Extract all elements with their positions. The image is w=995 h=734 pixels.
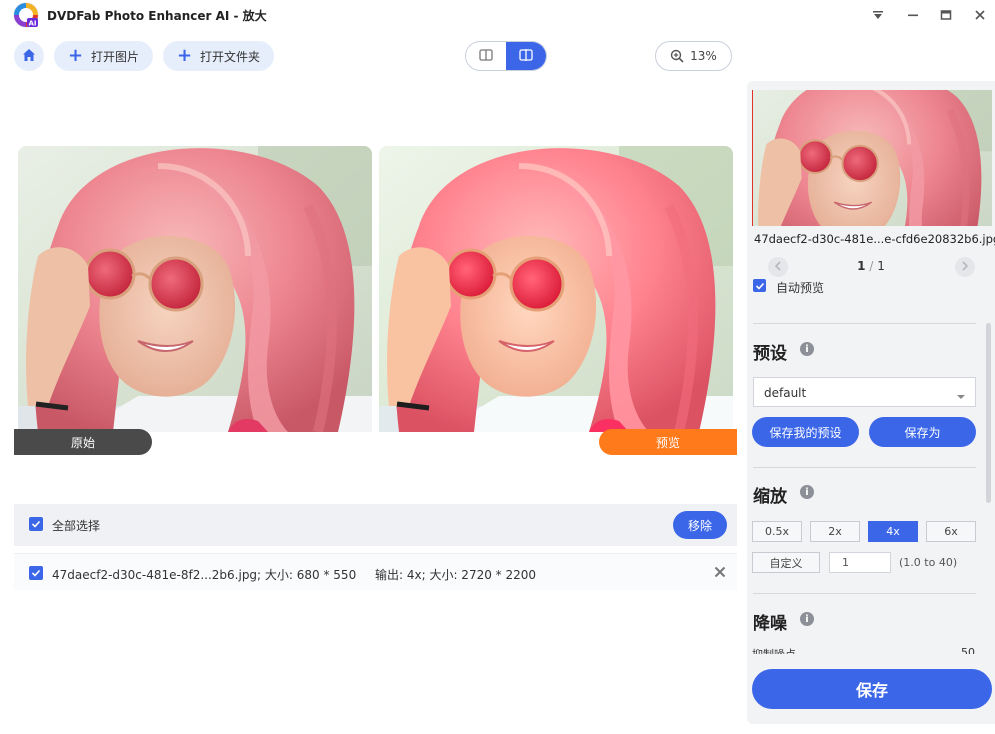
scale-option-2x[interactable]: 2x [810,521,860,542]
zoom-button[interactable]: 13% [655,41,732,71]
next-image-button[interactable] [955,257,975,277]
preset-select[interactable]: default [753,377,976,407]
info-icon[interactable]: i [800,342,814,356]
page-current: 1 [857,259,866,273]
denoise-sub-label: 抑制噪点 [752,646,796,654]
chevron-right-icon [961,260,969,274]
denoise-value: 50 [961,646,975,654]
dropdown-arrow-icon [956,389,966,403]
preset-select-value: default [764,386,807,400]
denoise-clip: 抑制噪点 50 [752,644,977,654]
preset-title: 预设 [753,344,787,364]
scale-option-0-5x[interactable]: 0.5x [752,521,802,542]
save-button[interactable]: 保存 [752,669,992,709]
close-icon[interactable] [970,5,990,25]
scale-option-4x[interactable]: 4x [868,521,918,542]
page-separator: / [869,259,874,273]
thumbnail-image[interactable] [752,90,992,226]
zoom-in-icon [670,49,684,63]
thumbnail-filename: 47daecf2-d30c-481e...e-cfd6e20832b6.jpg [754,232,995,246]
app-logo-icon: AI [13,2,39,28]
view-mode-toggle [465,41,547,71]
chevron-left-icon [774,260,782,274]
file-name-size: 47daecf2-d30c-481e-8f2...2b6.jpg; 大小: 68… [52,568,357,582]
info-icon[interactable]: i [800,485,814,499]
save-my-preset-button[interactable]: 保存我的预设 [752,417,859,447]
split-view-icon [479,48,493,64]
info-icon[interactable]: i [800,612,814,626]
remove-file-icon[interactable] [713,565,727,579]
svg-text:AI: AI [28,20,36,28]
original-image[interactable] [18,146,372,432]
preview-image[interactable] [379,146,733,432]
menu-dropdown-icon[interactable] [868,5,888,25]
remove-button[interactable]: 移除 [673,511,727,539]
auto-preview-checkbox[interactable] [753,279,766,292]
title-bar: AI DVDFab Photo Enhancer AI - 放大 [0,0,995,30]
maximize-icon[interactable] [936,5,956,25]
open-folder-label: 打开文件夹 [200,49,261,64]
denoise-title: 降噪 [753,614,787,634]
preview-label-tab: 预览 [599,429,737,455]
original-label-tab: 原始 [14,429,152,455]
side-by-side-button[interactable] [506,42,546,70]
select-all-label: 全部选择 [52,519,101,533]
open-image-button[interactable]: + 打开图片 [54,41,153,71]
select-all-bar [14,504,737,546]
page-indicator: 1 / 1 [845,259,897,273]
page-total: 1 [877,259,885,273]
app-title: DVDFab Photo Enhancer AI - 放大 [47,9,267,23]
file-output-size: 输出: 4x; 大小: 2720 * 2200 [375,568,537,582]
scale-range-hint: (1.0 to 40) [899,556,958,569]
original-label: 原始 [70,435,95,450]
home-button[interactable] [14,41,44,71]
plus-icon: + [67,45,84,66]
divider [753,323,976,324]
auto-preview-label: 自动预览 [776,281,825,295]
plus-icon: + [176,45,193,66]
side-by-side-icon [519,48,533,64]
home-icon [22,48,36,65]
panel-scrollbar[interactable] [986,323,991,503]
split-view-button[interactable] [466,42,506,70]
scale-title: 缩放 [753,487,787,507]
custom-scale-input[interactable]: 1 [829,552,891,573]
select-all-checkbox[interactable] [29,517,43,531]
custom-scale-button[interactable]: 自定义 [752,552,820,573]
divider [753,593,976,594]
scale-option-6x[interactable]: 6x [926,521,976,542]
minimize-icon[interactable] [903,5,923,25]
save-as-button[interactable]: 保存为 [869,417,976,447]
zoom-value: 13% [690,49,717,63]
file-row-checkbox[interactable] [29,566,43,580]
open-folder-button[interactable]: + 打开文件夹 [163,41,274,71]
divider [753,467,976,468]
preview-label: 预览 [655,435,680,450]
prev-image-button[interactable] [768,257,788,277]
open-image-label: 打开图片 [91,49,140,64]
